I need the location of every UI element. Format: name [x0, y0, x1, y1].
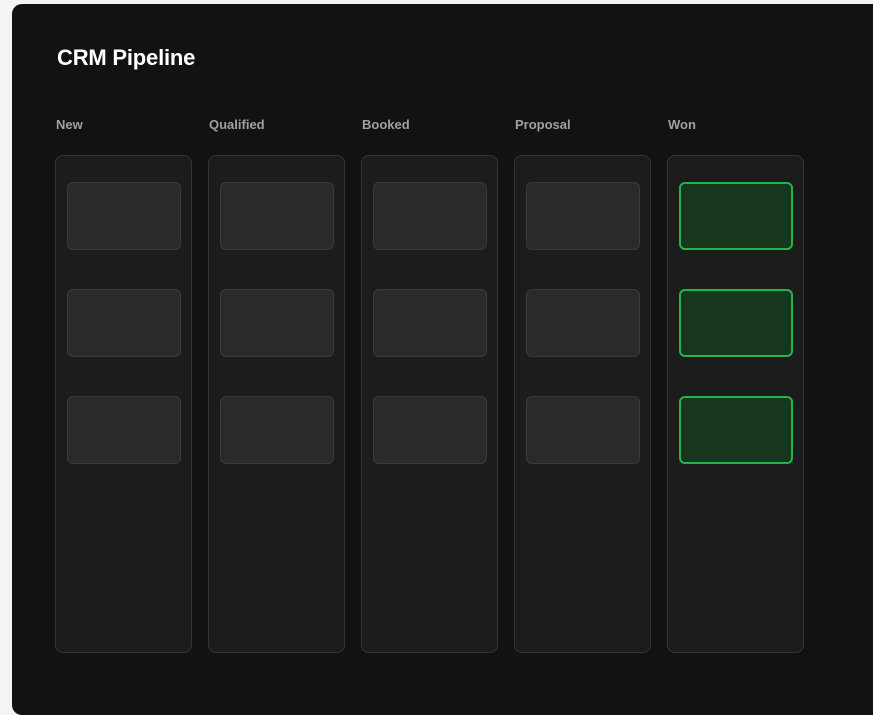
won-deal-card[interactable] [679, 396, 793, 464]
deal-card[interactable] [67, 289, 181, 357]
column-label-proposal: Proposal [515, 117, 571, 132]
column-won: Won [667, 117, 804, 653]
deal-card[interactable] [526, 396, 640, 464]
deal-card[interactable] [67, 396, 181, 464]
column-label-new: New [56, 117, 83, 132]
lane-qualified[interactable] [208, 155, 345, 653]
crm-pipeline-panel: CRM Pipeline New Qualified Booked Propos… [12, 4, 873, 715]
column-proposal: Proposal [514, 117, 651, 653]
lane-won[interactable] [667, 155, 804, 653]
deal-card[interactable] [526, 182, 640, 250]
won-deal-card[interactable] [679, 182, 793, 250]
column-qualified: Qualified [208, 117, 345, 653]
deal-card[interactable] [526, 289, 640, 357]
deal-card[interactable] [373, 182, 487, 250]
pipeline-board: New Qualified Booked Proposal Won [55, 117, 804, 653]
deal-card[interactable] [373, 289, 487, 357]
column-label-booked: Booked [362, 117, 410, 132]
deal-card[interactable] [220, 396, 334, 464]
column-new: New [55, 117, 192, 653]
column-label-qualified: Qualified [209, 117, 265, 132]
deal-card[interactable] [220, 182, 334, 250]
won-deal-card[interactable] [679, 289, 793, 357]
lane-new[interactable] [55, 155, 192, 653]
column-booked: Booked [361, 117, 498, 653]
deal-card[interactable] [373, 396, 487, 464]
deal-card[interactable] [220, 289, 334, 357]
page-title: CRM Pipeline [57, 45, 196, 70]
lane-booked[interactable] [361, 155, 498, 653]
column-label-won: Won [668, 117, 696, 132]
lane-proposal[interactable] [514, 155, 651, 653]
deal-card[interactable] [67, 182, 181, 250]
